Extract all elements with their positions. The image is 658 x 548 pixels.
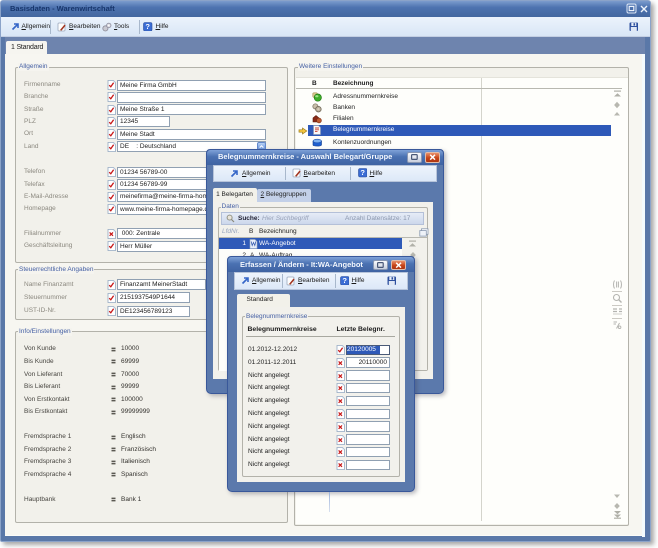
svg-text:?: ? [360, 168, 365, 177]
svg-text:?: ? [145, 22, 150, 31]
svg-text:?: ? [342, 276, 347, 285]
